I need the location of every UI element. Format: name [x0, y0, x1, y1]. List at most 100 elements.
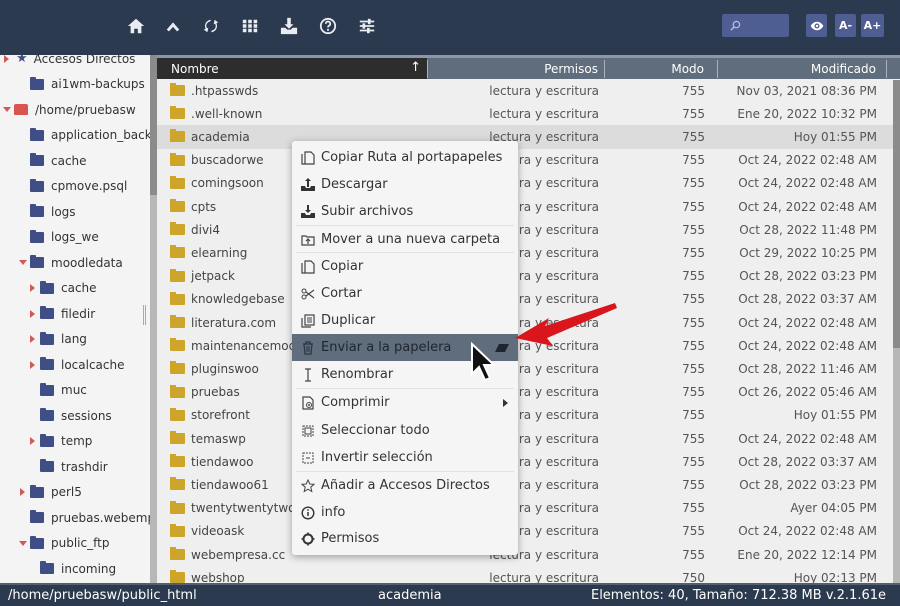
- collapsed-arrow-icon[interactable]: [30, 360, 35, 369]
- copy-path-icon: [301, 150, 315, 165]
- column-header-modificado[interactable]: Modificado: [718, 58, 876, 79]
- tree-item[interactable]: ai1wm-backups: [30, 72, 145, 97]
- tree-item[interactable]: perl5: [20, 480, 82, 505]
- table-row[interactable]: buscadorwe lectura y escritura 755 Oct 24, …: [157, 149, 900, 172]
- column-header-modo[interactable]: Modo: [605, 58, 704, 79]
- preview-toggle-button[interactable]: [806, 14, 827, 37]
- table-row[interactable]: videoask lectura y escritura 755 Oct 24, 20…: [157, 520, 900, 543]
- context-menu-item[interactable]: Subir archivos: [292, 198, 518, 225]
- context-menu-item[interactable]: Mover a una nueva carpeta: [292, 226, 518, 253]
- search-input[interactable]: [742, 17, 786, 34]
- collapsed-arrow-icon[interactable]: [30, 335, 35, 343]
- tree-item[interactable]: lang: [30, 327, 87, 352]
- status-bar: /home/pruebasw/public_html academia Elem…: [0, 583, 900, 606]
- file-list-scrollbar-thumb[interactable]: [893, 80, 900, 348]
- tree-item[interactable]: ★ Accesos Directos: [4, 55, 135, 71]
- file-mode: 755: [682, 408, 705, 423]
- font-increase-button[interactable]: A+: [861, 14, 884, 37]
- table-row[interactable]: twentytwentytwo lectura y escritura 755 Aye…: [157, 497, 900, 520]
- collapsed-arrow-icon[interactable]: [4, 55, 9, 63]
- table-row[interactable]: cpts lectura y escritura 755 Oct 24, 2022 0…: [157, 195, 900, 218]
- tree-item[interactable]: filedir: [30, 301, 95, 326]
- table-row[interactable]: pruebas lectura y escritura 755 Oct 26, 202…: [157, 381, 900, 404]
- context-menu-item[interactable]: Cortar: [292, 280, 518, 307]
- expanded-arrow-icon[interactable]: [19, 540, 27, 546]
- tree-item[interactable]: sessions: [40, 403, 112, 428]
- folder-icon: [30, 510, 44, 523]
- up-icon[interactable]: [162, 15, 184, 37]
- context-menu-item[interactable]: Comprimir: [292, 389, 518, 416]
- tree-item[interactable]: logs_we: [30, 225, 99, 250]
- column-header-name[interactable]: Nombre ↑: [157, 58, 427, 79]
- file-mode: 755: [682, 431, 705, 446]
- context-menu-item[interactable]: info: [292, 499, 518, 526]
- search-box[interactable]: [722, 14, 789, 37]
- expanded-arrow-icon[interactable]: [3, 107, 11, 112]
- file-name: twentytwentytwo: [191, 501, 296, 516]
- tree-item[interactable]: moodledata: [19, 250, 123, 275]
- file-modified: Oct 28, 2022 11:46 AM: [738, 361, 877, 376]
- collapsed-arrow-icon[interactable]: [30, 437, 35, 445]
- tree-item[interactable]: application_backups: [30, 123, 150, 148]
- column-header-permisos[interactable]: Permisos: [428, 58, 598, 79]
- tree-item[interactable]: logs: [30, 199, 76, 224]
- context-menu-item-label: Añadir a Accesos Directos: [321, 478, 490, 493]
- download-icon[interactable]: [278, 15, 300, 37]
- folder-icon: [170, 570, 185, 583]
- table-row[interactable]: tiendawoo lectura y escritura 755 Oct 28, 2…: [157, 450, 900, 473]
- sidebar-resize-handle[interactable]: [143, 305, 146, 325]
- context-menu-item[interactable]: Añadir a Accesos Directos: [292, 472, 518, 499]
- table-row[interactable]: .htpasswds lectura y escritura 755 Nov 03, …: [157, 79, 900, 102]
- context-menu-item[interactable]: Invertir selección: [292, 444, 518, 471]
- sidebar-scrollbar-thumb[interactable]: [150, 55, 157, 195]
- grid-view-icon[interactable]: [239, 15, 261, 37]
- help-icon[interactable]: [317, 15, 339, 37]
- file-permissions: lectura y escritura: [489, 106, 599, 121]
- context-menu-item[interactable]: Duplicar: [292, 307, 518, 334]
- move-folder-icon: [301, 233, 315, 247]
- tree-item[interactable]: muc: [40, 378, 87, 403]
- file-list-scrollbar[interactable]: [893, 80, 900, 583]
- table-row[interactable]: pluginswoo lectura y escritura 755 Oct 28, …: [157, 357, 900, 380]
- folder-icon: [30, 229, 44, 243]
- tree-item[interactable]: incoming: [40, 556, 116, 581]
- tree-item[interactable]: cache: [30, 148, 87, 173]
- table-row[interactable]: jetpack lectura y escritura 755 Oct 28, 202…: [157, 265, 900, 288]
- settings-sliders-icon[interactable]: [356, 15, 378, 37]
- tree-item[interactable]: public_ftp: [19, 531, 109, 556]
- tree-item[interactable]: pruebas.webempresa: [30, 505, 150, 530]
- column-divider[interactable]: [886, 60, 887, 78]
- sidebar-scrollbar[interactable]: [150, 55, 157, 583]
- tree-item[interactable]: temp: [30, 429, 92, 454]
- context-menu-item[interactable]: Descargar: [292, 171, 518, 198]
- table-row[interactable]: webempresa.cc lectura y escritura 755 Ene 2…: [157, 543, 900, 566]
- folder-icon: [170, 315, 185, 329]
- folder-icon: [30, 153, 44, 166]
- tree-item[interactable]: /home/pruebasw: [3, 97, 136, 122]
- folder-icon: [170, 152, 185, 166]
- home-icon[interactable]: [125, 15, 147, 37]
- table-row[interactable]: divi4 lectura y escritura 755 Oct 28, 2022 …: [157, 218, 900, 241]
- refresh-icon[interactable]: [200, 15, 222, 37]
- tree-item[interactable]: cpmove.psql: [30, 174, 127, 199]
- table-row[interactable]: webshop lectura y escritura 750 Hoy 02:13 P…: [157, 566, 900, 583]
- table-row[interactable]: storefront lectura y escritura 755 Hoy 01:5…: [157, 404, 900, 427]
- context-menu-item[interactable]: Seleccionar todo: [292, 417, 518, 444]
- collapsed-arrow-icon[interactable]: [20, 488, 25, 496]
- collapsed-arrow-icon[interactable]: [30, 309, 35, 318]
- context-menu-item[interactable]: Permisos: [292, 525, 518, 552]
- table-row[interactable]: .well-known lectura y escritura 755 Ene 20,…: [157, 102, 900, 125]
- font-decrease-button[interactable]: A-: [835, 14, 856, 37]
- tree-item[interactable]: trashdir: [40, 454, 108, 479]
- table-row[interactable]: temaswp lectura y escritura 755 Oct 24, 202…: [157, 427, 900, 450]
- table-row[interactable]: academia lectura y escritura 755 Hoy 01:55 …: [157, 125, 900, 149]
- context-menu-item[interactable]: Copiar: [292, 253, 518, 280]
- context-menu-item[interactable]: Copiar Ruta al portapapeles: [292, 144, 518, 171]
- tree-item[interactable]: cache: [30, 276, 97, 301]
- table-row[interactable]: comingsoon lectura y escritura 755 Oct 24, …: [157, 172, 900, 195]
- tree-item[interactable]: localcache: [30, 352, 125, 377]
- table-row[interactable]: elearning lectura y escritura 755 Oct 29, 2…: [157, 241, 900, 264]
- table-row[interactable]: tiendawoo61 lectura y escritura 755 Oct 28,…: [157, 473, 900, 496]
- collapsed-arrow-icon[interactable]: [30, 284, 35, 292]
- expanded-arrow-icon[interactable]: [19, 260, 27, 265]
